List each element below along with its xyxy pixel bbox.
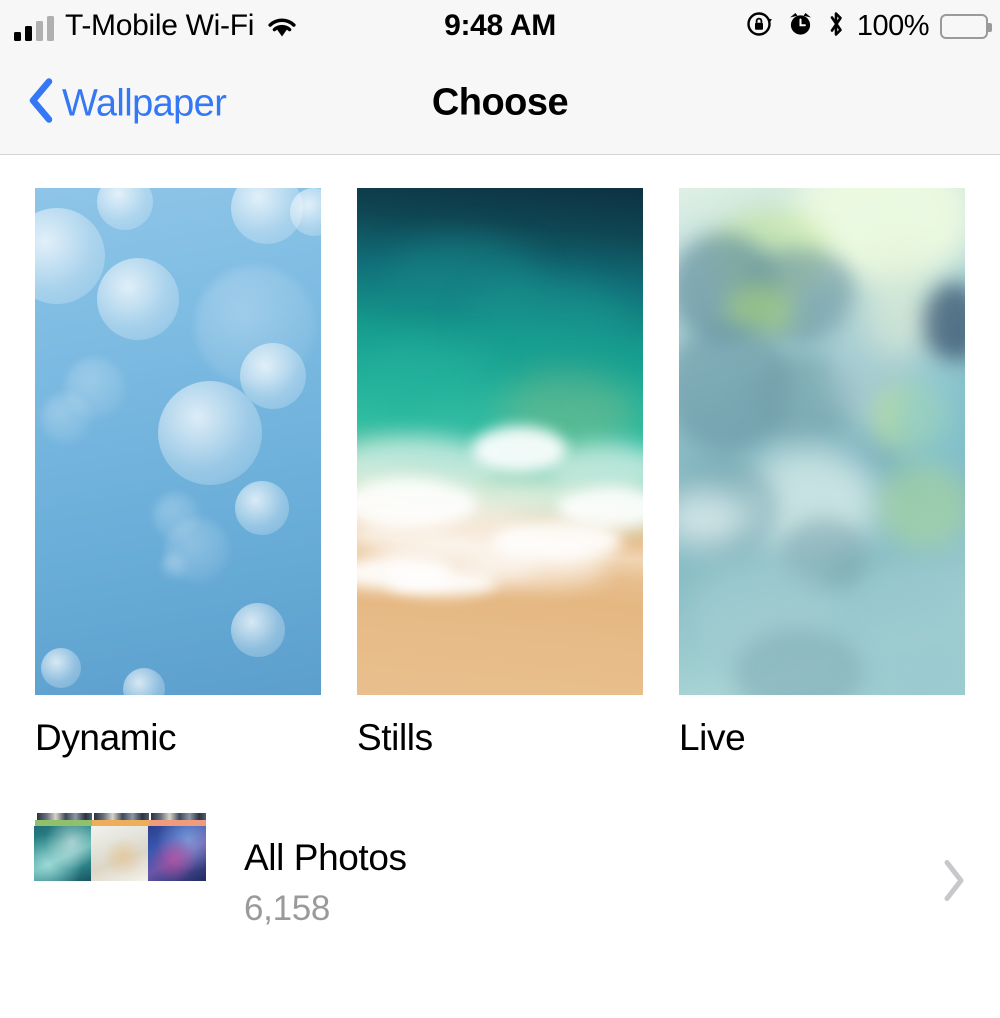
battery-full-icon — [940, 13, 992, 39]
page-title: Choose — [431, 81, 569, 124]
navigation-bar: Wallpaper Choose — [0, 52, 1000, 155]
all-photos-count: 6,158 — [244, 889, 331, 928]
photo-stack-front-image — [148, 826, 206, 881]
photo-stack-front-image — [91, 826, 149, 881]
live-wallpaper-thumbnail[interactable] — [679, 188, 965, 695]
photo-stack-thumbnail-1 — [34, 813, 92, 881]
stills-wallpaper-thumbnail[interactable] — [357, 188, 643, 695]
chevron-right-icon[interactable] — [940, 857, 968, 910]
bluetooth-icon — [826, 9, 846, 44]
all-photos-thumbnail-stack — [34, 813, 214, 881]
wallpaper-category-label: Stills — [357, 717, 433, 758]
photo-stack-thumbnail-3 — [148, 813, 206, 881]
wallpaper-category-label: Dynamic — [35, 717, 177, 758]
iphone-screen: T-Mobile Wi-Fi 9:48 AM 100% Wallpaper Ch… — [0, 0, 1000, 1018]
wallpaper-category-label: Live — [679, 717, 746, 758]
wallpaper-category-stills[interactable]: Stills — [357, 188, 643, 760]
photo-stack-front-image — [34, 826, 92, 881]
status-bar: T-Mobile Wi-Fi 9:48 AM 100% — [0, 0, 1000, 52]
all-photos-row[interactable]: All Photos 6,158 — [0, 808, 1000, 958]
all-photos-text-group: All Photos 6,158 — [244, 835, 407, 931]
dynamic-wallpaper-thumbnail[interactable] — [35, 188, 321, 695]
wallpaper-category-grid: Dynamic Stills Live — [35, 188, 965, 760]
battery-percent-label: 100% — [856, 9, 930, 42]
wallpaper-category-live[interactable]: Live — [679, 188, 965, 760]
wallpaper-category-dynamic[interactable]: Dynamic — [35, 188, 321, 760]
all-photos-title: All Photos — [244, 837, 407, 878]
rotation-lock-icon — [745, 9, 775, 44]
status-bar-right-group: 100% — [745, 9, 992, 44]
photo-stack-thumbnail-2 — [91, 813, 149, 881]
alarm-clock-icon — [786, 9, 815, 43]
